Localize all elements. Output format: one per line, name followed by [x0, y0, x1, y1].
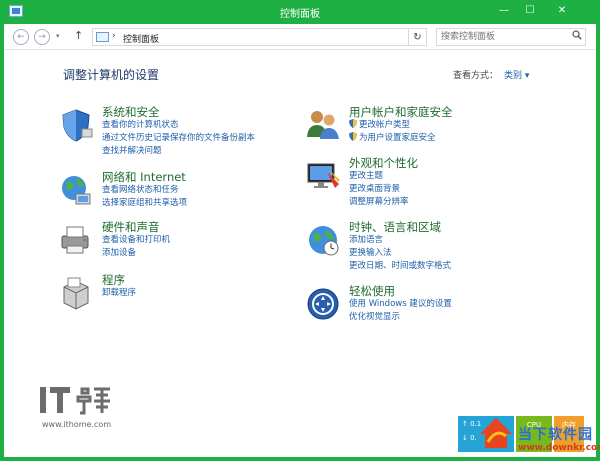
up-button[interactable]: ↑: [74, 29, 83, 42]
link-label: 更改帐户类型: [359, 120, 411, 130]
path-separator-icon[interactable]: ›: [112, 31, 116, 41]
minimize-button[interactable]: —: [494, 2, 514, 20]
link-optimize-visual-display[interactable]: 优化视觉显示: [349, 311, 452, 324]
recent-locations-button[interactable]: ▾: [56, 32, 60, 40]
uac-shield-icon: [349, 119, 357, 128]
monitor-palette-icon[interactable]: [305, 158, 341, 194]
shield-icon[interactable]: [58, 107, 94, 143]
downkr-house-logo: [480, 418, 512, 448]
link-view-computer-status[interactable]: 查看你的计算机状态: [102, 119, 255, 132]
ithome-url: www.ithome.com: [42, 420, 112, 429]
link-screen-resolution[interactable]: 调整屏幕分辨率: [349, 196, 418, 209]
users-icon[interactable]: [305, 107, 341, 143]
address-bar: ← → ▾ ↑ › 控制面板 ▾ ↻: [4, 24, 596, 50]
link-change-account-type[interactable]: 更改帐户类型: [349, 119, 453, 132]
address-path-box[interactable]: › 控制面板 ▾: [92, 28, 487, 46]
downkr-site-url: www.downkr.com: [518, 443, 600, 453]
printer-icon[interactable]: [58, 222, 94, 258]
link-date-time-format[interactable]: 更改日期、时间或数字格式: [349, 260, 451, 273]
link-change-theme[interactable]: 更改主题: [349, 170, 418, 183]
back-button[interactable]: ←: [13, 29, 29, 45]
ease-of-access-icon[interactable]: [305, 286, 341, 322]
link-uninstall-program[interactable]: 卸载程序: [102, 287, 136, 300]
link-change-input-method[interactable]: 更换输入法: [349, 247, 451, 260]
programs-box-icon[interactable]: [58, 275, 94, 311]
search-icon[interactable]: [572, 30, 582, 40]
maximize-button[interactable]: ☐: [520, 2, 540, 20]
address-path[interactable]: 控制面板: [123, 32, 159, 45]
uac-shield-icon: [349, 132, 357, 141]
category-title[interactable]: 程序: [102, 273, 136, 287]
view-by-dropdown[interactable]: 类别 ▾: [504, 68, 529, 81]
view-by-label: 查看方式：: [453, 71, 499, 81]
category-title[interactable]: 用户帐户和家庭安全: [349, 105, 453, 119]
downkr-site-name: 当下软件园: [518, 427, 593, 443]
link-windows-suggested-settings[interactable]: 使用 Windows 建议的设置: [349, 298, 452, 311]
download-speed: ↓ 0.: [462, 434, 477, 442]
category-title[interactable]: 时钟、语言和区域: [349, 220, 451, 234]
link-desktop-background[interactable]: 更改桌面背景: [349, 183, 418, 196]
control-panel-window: 控制面板 — ☐ ✕ ← → ▾ ↑ › 控制面板 ▾ ↻ 调整计算机的设置 查…: [0, 0, 600, 461]
link-file-history[interactable]: 通过文件历史记录保存你的文件备份副本: [102, 132, 255, 145]
close-button[interactable]: ✕: [545, 2, 579, 20]
forward-button[interactable]: →: [34, 29, 50, 45]
title-bar[interactable]: 控制面板 — ☐ ✕: [4, 0, 596, 24]
category-title[interactable]: 网络和 Internet: [102, 170, 187, 184]
page-title: 调整计算机的设置: [63, 68, 160, 82]
category-title[interactable]: 外观和个性化: [349, 156, 418, 170]
link-add-language[interactable]: 添加语言: [349, 234, 451, 247]
link-family-safety[interactable]: 为用户设置家庭安全: [349, 132, 453, 145]
refresh-button[interactable]: ↻: [409, 28, 427, 46]
link-troubleshoot[interactable]: 查找并解决问题: [102, 145, 255, 158]
clock-globe-icon[interactable]: [305, 222, 341, 258]
search-input[interactable]: [436, 28, 586, 46]
category-title[interactable]: 轻松使用: [349, 284, 452, 298]
category-title[interactable]: 系统和安全: [102, 105, 255, 119]
link-add-device[interactable]: 添加设备: [102, 247, 170, 260]
network-globe-icon[interactable]: [58, 172, 94, 208]
ithome-logo: [40, 387, 110, 415]
link-label: 为用户设置家庭安全: [359, 133, 436, 143]
control-panel-icon: [96, 32, 109, 42]
category-title[interactable]: 硬件和声音: [102, 220, 170, 234]
link-devices-printers[interactable]: 查看设备和打印机: [102, 234, 170, 247]
link-network-status[interactable]: 查看网络状态和任务: [102, 184, 187, 197]
link-homegroup-sharing[interactable]: 选择家庭组和共享选项: [102, 197, 187, 210]
